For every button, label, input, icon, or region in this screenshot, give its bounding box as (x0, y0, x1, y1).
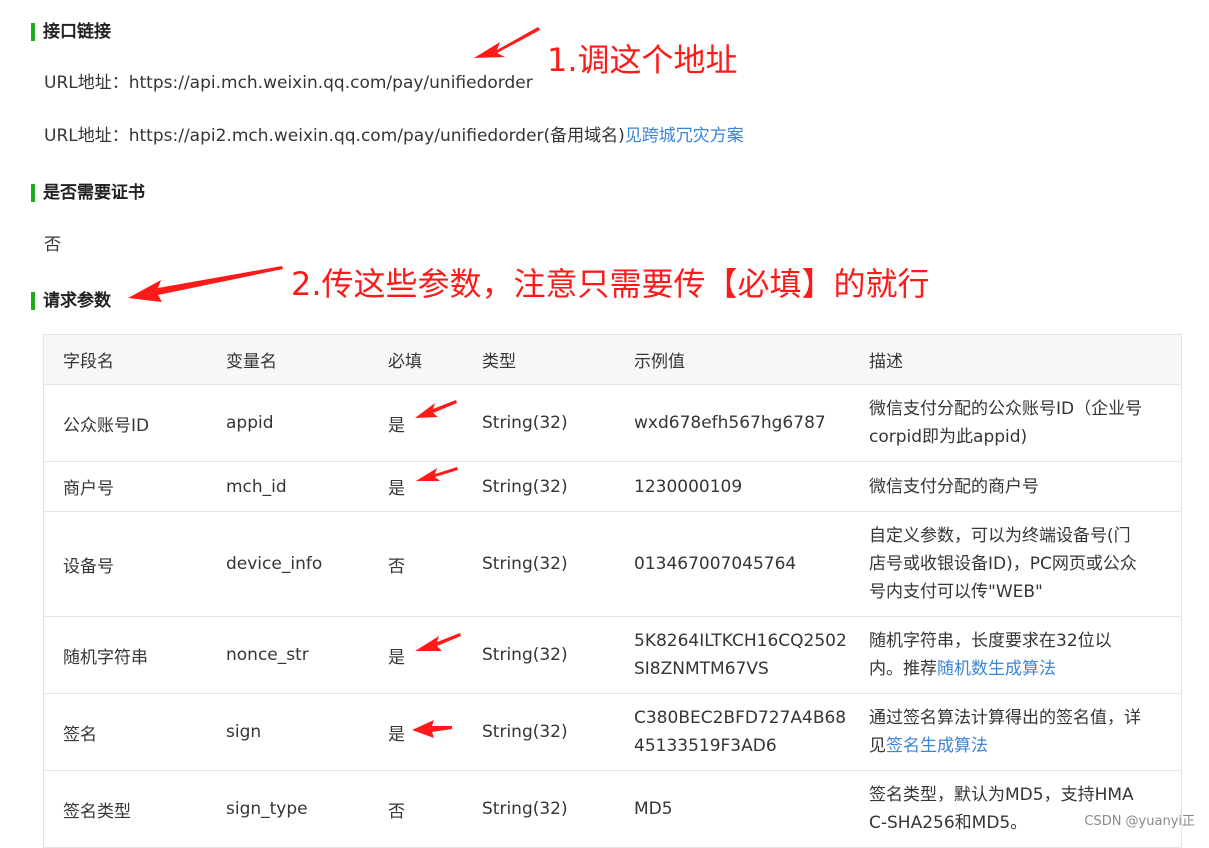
cell-var: nonce_str (226, 645, 309, 665)
cell-field: 签名 (63, 724, 97, 745)
cell-field: 随机字符串 (63, 647, 148, 668)
cert-value: 否 (44, 235, 61, 255)
table-row: 公众账号ID appid 是 String(32) wxd678efh567hg… (44, 385, 1181, 462)
cell-var: mch_id (226, 476, 287, 497)
table-row: 随机字符串 nonce_str 是 String(32) 5K8264ILTKC… (44, 617, 1181, 694)
cell-type: String(32) (482, 722, 568, 742)
disaster-recovery-link[interactable]: 见跨城冗灾方案 (625, 126, 744, 146)
table-row: 签名类型 sign_type 否 String(32) MD5 签名类型，默认为… (44, 771, 1181, 848)
cell-required: 否 (388, 556, 405, 577)
cell-required: 是 (388, 479, 405, 499)
primary-url: https://api.mch.weixin.qq.com/pay/unifie… (128, 73, 533, 93)
header-required: 必填 (388, 352, 422, 372)
cell-description: 微信支付分配的公众账号ID（企业号corpid即为此appid) (869, 399, 1143, 447)
backup-url-line: URL地址：https://api2.mch.weixin.qq.com/pay… (44, 121, 744, 146)
sign-algorithm-link[interactable]: 签名生成算法 (886, 736, 988, 756)
header-description: 描述 (869, 352, 903, 372)
cell-type: String(32) (482, 554, 568, 574)
section-title-cert: 是否需要证书 (31, 184, 145, 202)
cell-example: 013467007045764 (634, 554, 797, 574)
cell-example: MD5 (634, 799, 673, 819)
cell-var: sign (226, 722, 262, 742)
csdn-watermark: CSDN @yuanyi正 (1084, 814, 1195, 829)
cell-field: 签名类型 (63, 801, 131, 822)
section-title-api-link: 接口链接 (31, 23, 111, 41)
cell-field: 设备号 (63, 556, 114, 577)
header-var-name: 变量名 (226, 352, 277, 372)
cell-description: 签名类型，默认为MD5，支持HMAC-SHA256和MD5。 (869, 785, 1134, 833)
url-label: URL地址： (44, 126, 129, 146)
primary-url-line: URL地址：https://api.mch.weixin.qq.com/pay/… (44, 68, 533, 93)
cell-type: String(32) (482, 476, 568, 497)
backup-url: https://api2.mch.weixin.qq.com/pay/unifi… (128, 126, 625, 146)
cell-var: device_info (226, 554, 323, 574)
header-field-name: 字段名 (63, 352, 114, 372)
annotation-call-address: 1.调这个地址 (547, 41, 738, 79)
cell-type: String(32) (482, 413, 568, 433)
annotation-pass-params: 2.传这些参数，注意只需要传【必填】的就行 (291, 265, 930, 303)
arrow-to-url-icon (474, 27, 540, 58)
arrow-to-params-icon (128, 266, 283, 302)
section-title-params: 请求参数 (31, 292, 111, 310)
cell-required: 是 (388, 647, 405, 668)
table-row: 商户号 mch_id 是 String(32) 1230000109 微信支付分… (44, 462, 1181, 512)
cell-example: wxd678efh567hg6787 (634, 413, 826, 433)
cell-required: 是 (388, 415, 405, 436)
url-label: URL地址： (44, 73, 129, 93)
cell-type: String(32) (482, 645, 568, 665)
table-row: 签名 sign 是 String(32) C380BEC2BFD727A4B68… (44, 694, 1181, 771)
cell-type: String(32) (482, 799, 568, 819)
request-params-table: 字段名 变量名 必填 类型 示例值 描述 公众账号ID appid 是 Stri… (43, 334, 1182, 848)
cell-example: C380BEC2BFD727A4B6845133519F3AD6 (634, 708, 847, 756)
header-example: 示例值 (634, 352, 685, 372)
cell-example: 1230000109 (634, 476, 743, 497)
cell-required: 否 (388, 801, 405, 822)
cell-example: 5K8264ILTKCH16CQ2502SI8ZNMTM67VS (634, 631, 847, 679)
table-header-row: 字段名 变量名 必填 类型 示例值 描述 (44, 335, 1181, 385)
cell-field: 商户号 (63, 479, 114, 499)
cell-description: 微信支付分配的商户号 (869, 476, 1039, 497)
cell-description: 通过签名算法计算得出的签名值，详见签名生成算法 (850, 694, 1161, 770)
cell-description: 随机字符串，长度要求在32位以内。推荐随机数生成算法 (850, 617, 1161, 693)
header-type: 类型 (482, 352, 516, 372)
cell-description: 自定义参数，可以为终端设备号(门店号或收银设备ID)，PC网页或公众号内支付可以… (869, 526, 1137, 602)
random-number-algorithm-link[interactable]: 随机数生成算法 (937, 659, 1056, 679)
cell-var: sign_type (226, 799, 308, 819)
cell-field: 公众账号ID (63, 415, 150, 436)
cell-var: appid (226, 413, 274, 433)
table-row: 设备号 device_info 否 String(32) 01346700704… (44, 512, 1181, 617)
cell-required: 是 (388, 724, 405, 745)
